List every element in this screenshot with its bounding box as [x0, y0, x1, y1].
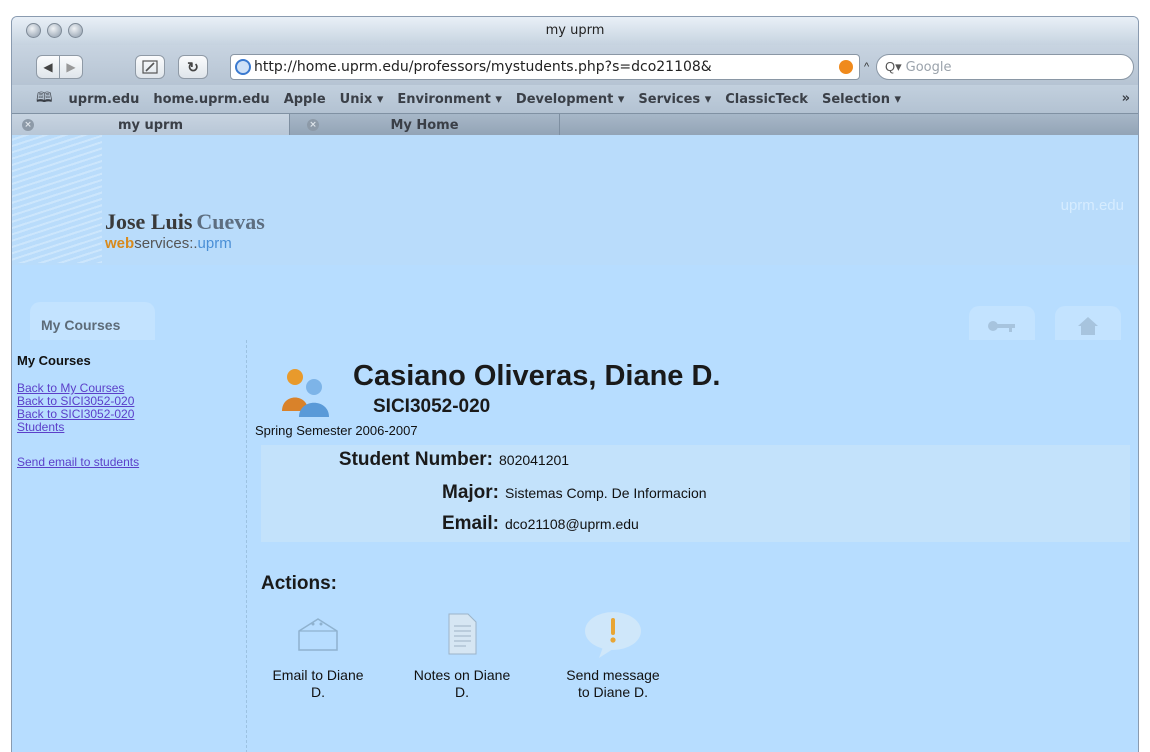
subtitle-services: services:.: [134, 235, 198, 252]
site-header: Jose Luis Cuevas webservices:.uprm uprm.e…: [12, 135, 1138, 265]
go-icon[interactable]: [839, 60, 853, 74]
major-row: Major: Sistemas Comp. De Informacion: [261, 482, 707, 504]
tab-label: My Home: [390, 117, 459, 133]
back-to-course-students-link[interactable]: Students: [17, 421, 246, 434]
alert-bubble-icon: [585, 612, 641, 658]
content-area: My Courses Back to My Courses Back to SI…: [12, 340, 1138, 752]
document-icon: [448, 613, 477, 655]
web-page: Jose Luis Cuevas webservices:.uprm uprm.e…: [12, 135, 1138, 752]
tab-bar: × my uprm × My Home: [12, 113, 1138, 136]
snapback-icon[interactable]: ^: [864, 61, 869, 73]
window-title: my uprm: [545, 23, 605, 38]
browser-toolbar: ◀ ▶ ↻ http://home.uprm.edu/professors/my…: [12, 45, 1138, 85]
subtitle-web: web: [105, 235, 135, 252]
magnifier-icon: Q▾: [885, 59, 902, 74]
bookmark-item[interactable]: home.uprm.edu: [153, 92, 269, 107]
action-label: Send message to Diane D.: [566, 667, 660, 700]
bookmark-item[interactable]: Apple: [284, 92, 326, 107]
more-bookmarks-chevron-icon[interactable]: »: [1122, 91, 1130, 106]
globe-icon: [235, 59, 251, 75]
field-value: Sistemas Comp. De Informacion: [505, 485, 707, 501]
semester: Spring Semester 2006-2007: [255, 423, 418, 438]
student-info-box: Student Number: 802041201 Major: Sistema…: [261, 445, 1130, 542]
search-field[interactable]: Q▾ Google: [876, 54, 1134, 80]
forward-button[interactable]: ▶: [59, 55, 83, 79]
owner-first-name: Jose Luis: [105, 209, 193, 234]
title-bar: my uprm: [12, 17, 1138, 45]
bookmark-item[interactable]: Selection ▾: [822, 92, 901, 107]
student-detail: Casiano Oliveras, Diane D. SICI3052-020 …: [249, 340, 1138, 752]
site-subtitle: webservices:.uprm: [105, 235, 232, 252]
field-label: Student Number:: [338, 449, 493, 470]
bookmark-item[interactable]: Services ▾: [638, 92, 711, 107]
back-button[interactable]: ◀: [36, 55, 60, 79]
field-value: 802041201: [499, 452, 570, 468]
bookmark-item[interactable]: Unix ▾: [340, 92, 384, 107]
send-email-to-students-link[interactable]: Send email to students: [17, 456, 246, 469]
browser-window: my uprm ◀ ▶ ↻ http://home.uprm.edu/profe…: [11, 16, 1139, 752]
tab-my-courses[interactable]: My Courses: [30, 302, 155, 342]
brand-text: uprm.edu: [1060, 197, 1124, 214]
bookmarks-bar: 🕮 uprm.edu home.uprm.edu Apple Unix ▾ En…: [12, 85, 1138, 113]
url-input[interactable]: http://home.uprm.edu/professors/mystuden…: [254, 59, 839, 75]
bookmarks-book-icon[interactable]: 🕮: [36, 87, 53, 111]
course-code: SICI3052-020: [373, 396, 491, 417]
message-student-action[interactable]: Send message to Diane D.: [563, 609, 663, 701]
sidebar-title: My Courses: [17, 353, 91, 368]
field-label: Major:: [442, 482, 499, 503]
reload-icon[interactable]: ↻: [178, 55, 208, 79]
site-owner-name: Jose Luis Cuevas: [105, 209, 265, 235]
action-label: Notes on Diane D.: [413, 667, 511, 700]
search-placeholder: Google: [905, 59, 952, 75]
bookmark-item[interactable]: Environment ▾: [397, 92, 502, 107]
header-decoration: [12, 135, 102, 263]
field-label: Email:: [441, 513, 499, 534]
notes-student-action[interactable]: Notes on Diane D.: [412, 609, 512, 701]
tab-my-uprm[interactable]: × my uprm: [12, 114, 290, 136]
edit-icon[interactable]: [135, 55, 165, 79]
subtitle-uprm: uprm: [197, 235, 232, 252]
mailbox-icon: [298, 618, 338, 651]
bookmark-item[interactable]: ClassicTeck: [725, 92, 808, 107]
student-number-row: Student Number: 802041201: [255, 449, 569, 471]
field-value: dco21108@uprm.edu: [505, 516, 639, 532]
tab-my-home[interactable]: × My Home: [290, 114, 560, 136]
sidebar-links: Back to My Courses Back to SICI3052-020 …: [17, 382, 246, 434]
bookmark-item[interactable]: Development ▾: [516, 92, 624, 107]
email-student-action[interactable]: Email to Diane D.: [268, 609, 368, 701]
address-bar[interactable]: http://home.uprm.edu/professors/mystuden…: [230, 54, 860, 80]
sidebar: My Courses Back to My Courses Back to SI…: [12, 340, 247, 752]
action-label: Email to Diane D.: [272, 667, 364, 700]
actions-title: Actions:: [261, 573, 337, 594]
email-row: Email: dco21108@uprm.edu: [261, 513, 639, 535]
tab-label: my uprm: [117, 117, 184, 133]
owner-last-name: Cuevas: [196, 209, 265, 234]
bookmark-item[interactable]: uprm.edu: [69, 92, 140, 107]
student-name: Casiano Oliveras, Diane D.: [353, 360, 721, 392]
users-icon: [282, 369, 329, 417]
